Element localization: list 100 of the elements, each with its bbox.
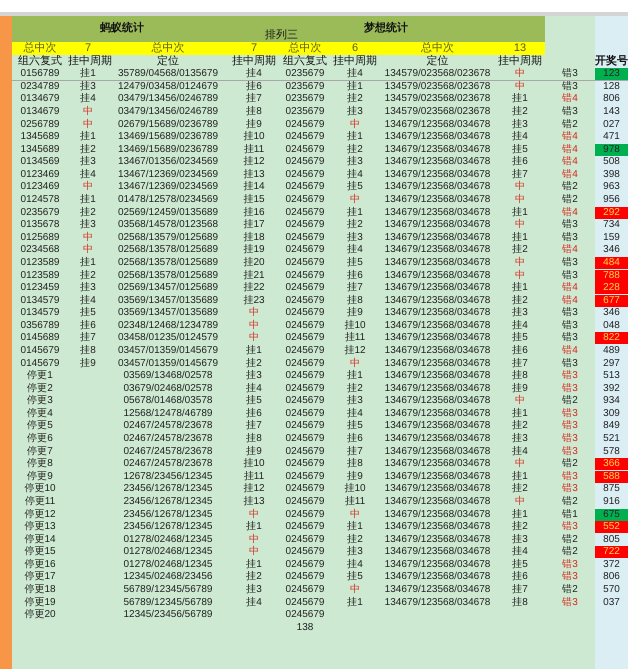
cycle-cell-text: 挂5 — [346, 256, 364, 269]
cycle-cell-text: 挂9 — [346, 470, 364, 482]
cycle-cell-text: 挂5 — [511, 144, 529, 156]
cycle-cell-text: 挂3 — [346, 106, 364, 118]
column-header: 挂中周期 — [332, 55, 378, 68]
combo-cell-text: 0123589 — [20, 270, 60, 282]
cycle-cell-text: 挂6 — [511, 156, 529, 168]
cycle-cell-text: 挂3 — [79, 80, 97, 92]
position-cell-text: 134679/123568/034678 — [384, 446, 492, 458]
combo-cell-text: 0245679 — [284, 168, 326, 181]
combo-cell-text: 0245679 — [284, 320, 326, 332]
cycle-cell-text: 挂8 — [245, 106, 263, 118]
cycle-cell-text: 中 — [82, 181, 94, 194]
combo-cell-text: 0125689 — [20, 232, 60, 244]
combo-cell-text: 0134579 — [20, 307, 60, 320]
cycle-cell-text: 挂10 — [343, 320, 367, 332]
draw-number: 309 — [602, 408, 621, 420]
miss-cell-text: 错3 — [561, 68, 579, 80]
position-cell-text: 134679/123568/034678 — [384, 433, 492, 446]
cycle-cell-text: 中 — [349, 508, 361, 520]
draw-number: 128 — [602, 80, 621, 93]
miss-cell-text: 错4 — [561, 168, 579, 181]
draw-number: 956 — [602, 194, 621, 206]
cycle-cell-text: 挂2 — [511, 244, 529, 256]
miss-cell-text: 错2 — [561, 118, 579, 131]
cycle-cell-text: 挂6 — [346, 270, 364, 282]
draw-number: 484 — [595, 256, 628, 269]
cycle-cell-text: 中 — [349, 584, 361, 596]
cycle-cell-text: 挂7 — [346, 446, 364, 458]
position-cell-text: 134679/123568/034678 — [384, 534, 492, 546]
cycle-cell-text: 中 — [248, 534, 260, 546]
combo-cell-text: 0245679 — [284, 382, 326, 395]
position-cell-text: 56789/12345/56789 — [122, 596, 214, 609]
miss-cell-text: 错2 — [561, 584, 579, 596]
combo-cell-text: 0245679 — [284, 270, 326, 282]
combo-cell-text: 0245679 — [284, 420, 326, 432]
cycle-cell-text: 挂4 — [245, 382, 263, 394]
position-cell-text: 03479/13456/0246789 — [116, 106, 220, 118]
column-header: 挂中周期 — [497, 55, 543, 68]
cycle-cell-text: 挂4 — [511, 546, 529, 558]
cycle-cell-text: 挂18 — [242, 232, 266, 244]
position-cell-text: 02568/13578/0125689 — [116, 244, 220, 256]
cycle-cell-text: 中 — [248, 508, 260, 520]
position-cell-text: 134679/123568/034678 — [384, 156, 492, 168]
cycle-cell-text: 挂4 — [511, 131, 529, 144]
miss-cell-text: 错3 — [561, 521, 579, 534]
cycle-cell-text: 中 — [82, 232, 94, 244]
combo-cell-text: 0245679 — [284, 232, 326, 244]
cycle-cell-text: 中 — [514, 80, 526, 92]
position-cell-text: 03458/01235/0124579 — [116, 332, 220, 344]
position-cell-text: 134579/023568/023678 — [384, 68, 492, 80]
combo-cell-text: 0245679 — [284, 282, 326, 294]
miss-cell-text: 错3 — [561, 433, 579, 446]
position-cell-text: 12568/12478/46789 — [122, 408, 214, 420]
cycle-cell-text: 挂5 — [511, 332, 529, 344]
position-cell-text: 13469/15689/0236789 — [116, 144, 220, 156]
cycle-cell-text: 挂20 — [242, 256, 266, 269]
position-cell-text: 134579/023568/023678 — [384, 80, 492, 93]
combo-cell-text: 0134569 — [20, 156, 60, 168]
draw-number: 372 — [602, 558, 621, 571]
cycle-cell-text: 挂6 — [79, 320, 97, 332]
column-header: 定位 — [156, 55, 180, 68]
combo-cell-text: 停更3 — [26, 395, 54, 408]
miss-cell-text: 错1 — [561, 508, 579, 521]
position-cell-text: 01278/02468/12345 — [122, 546, 214, 558]
combo-cell-text: 0235679 — [20, 206, 60, 219]
combo-cell-text: 0245679 — [284, 181, 326, 194]
combo-cell-text: 0245679 — [284, 256, 326, 269]
cycle-cell-text: 挂11 — [242, 144, 266, 156]
cycle-cell-text: 挂4 — [511, 320, 529, 332]
cycle-cell-text: 挂8 — [346, 458, 364, 470]
combo-cell-text: 停更7 — [26, 446, 54, 458]
draw-number: 875 — [602, 483, 621, 496]
position-cell-text: 134679/123568/034678 — [384, 131, 492, 144]
cycle-cell-text: 挂1 — [346, 596, 364, 609]
combo-cell-text: 0245679 — [284, 458, 326, 470]
cycle-cell-text: 挂6 — [346, 433, 364, 446]
cycle-cell-text: 挂5 — [346, 420, 364, 432]
cycle-cell-text: 挂4 — [79, 294, 97, 306]
combo-cell-text: 0245679 — [284, 307, 326, 320]
position-cell-text: 134679/123568/034678 — [384, 508, 492, 521]
combo-cell-text: 0145689 — [20, 332, 60, 344]
position-cell-text: 134679/123568/034678 — [384, 270, 492, 282]
cycle-cell-text: 挂4 — [346, 244, 364, 256]
combo-cell-text: 0145679 — [20, 345, 60, 357]
combo-cell-text: 0245679 — [284, 345, 326, 357]
position-cell-text: 56789/12345/56789 — [122, 584, 214, 596]
cycle-cell-text: 挂11 — [242, 470, 266, 482]
miss-cell-text: 错3 — [561, 307, 579, 320]
cycle-cell-text: 挂7 — [245, 93, 263, 106]
summary-cell-text: 6 — [350, 42, 360, 55]
cycle-cell-text: 挂3 — [346, 546, 364, 558]
cycle-cell-text: 挂7 — [511, 584, 529, 596]
position-cell-text: 134679/123568/034678 — [384, 332, 492, 344]
cycle-cell-text: 挂7 — [346, 282, 364, 294]
draw-number: 292 — [595, 206, 628, 219]
combo-cell-text: 停更9 — [26, 470, 54, 483]
draw-number: 521 — [602, 433, 621, 446]
miss-cell-text: 错3 — [561, 232, 579, 244]
cycle-cell-text: 中 — [349, 118, 361, 130]
